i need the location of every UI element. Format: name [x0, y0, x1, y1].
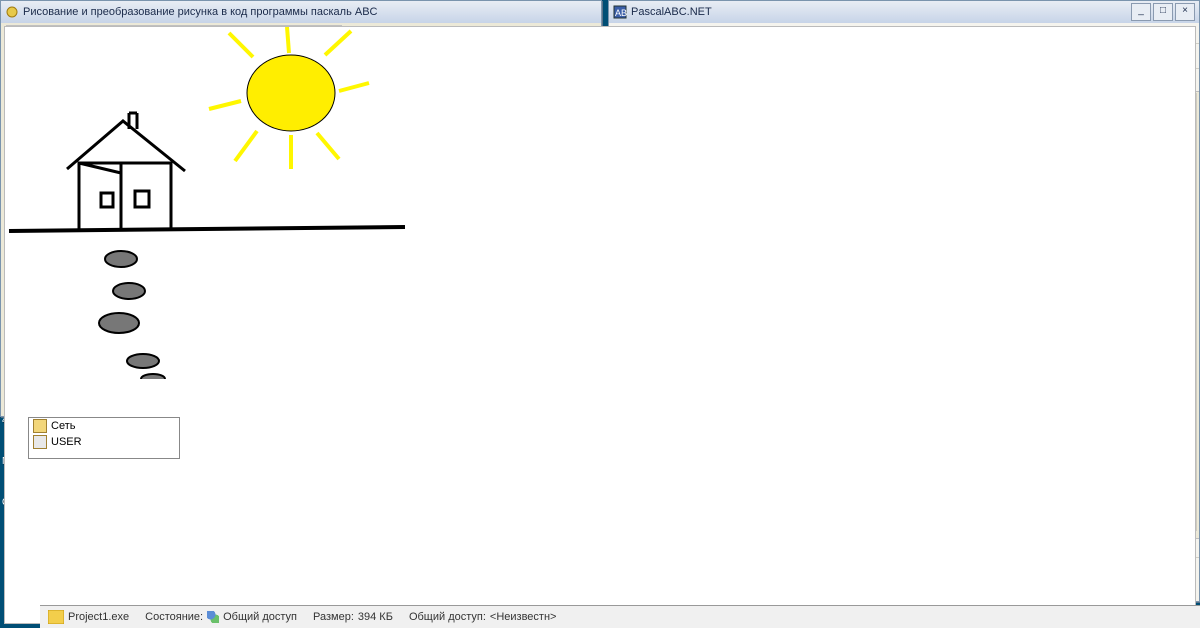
state-chunk: Состояние: Общий доступ	[145, 611, 297, 623]
ide-icon: AB	[613, 5, 627, 19]
graphabc-window: GraphABC.NET _ □ ×	[0, 0, 482, 387]
share-chunk: Общий доступ: <Неизвестн>	[409, 611, 557, 623]
ide-min-button[interactable]: _	[1131, 3, 1151, 21]
project-name[interactable]: Project1.exe	[48, 610, 129, 624]
size-chunk: Размер: 394 КБ	[313, 611, 393, 623]
folder-icon	[33, 419, 47, 433]
svg-text:AB: AB	[615, 8, 627, 18]
draw-app-titlebar[interactable]: Рисование и преобразование рисунка в код…	[1, 1, 601, 23]
ide-titlebar[interactable]: AB PascalABC.NET _ □ ×	[609, 1, 1199, 23]
graphabc-canvas	[4, 26, 1196, 624]
app-icon	[48, 610, 64, 624]
computer-icon	[33, 435, 47, 449]
draw-app-icon	[5, 5, 19, 19]
status-bar: Project1.exe Состояние: Общий доступ Раз…	[40, 605, 1200, 628]
ide-title: PascalABC.NET	[631, 6, 1131, 18]
tree-item-network[interactable]: Сеть	[29, 418, 179, 434]
ide-close-button[interactable]: ×	[1175, 3, 1195, 21]
ide-max-button[interactable]: □	[1153, 3, 1173, 21]
explorer-tree[interactable]: Сеть USER	[28, 417, 180, 459]
share-icon	[207, 611, 219, 623]
tree-item-user[interactable]: USER	[29, 434, 179, 450]
desktop: 4 NetB Qt Рисование и преобразование рис…	[0, 0, 1200, 628]
draw-app-title: Рисование и преобразование рисунка в код…	[23, 6, 597, 18]
